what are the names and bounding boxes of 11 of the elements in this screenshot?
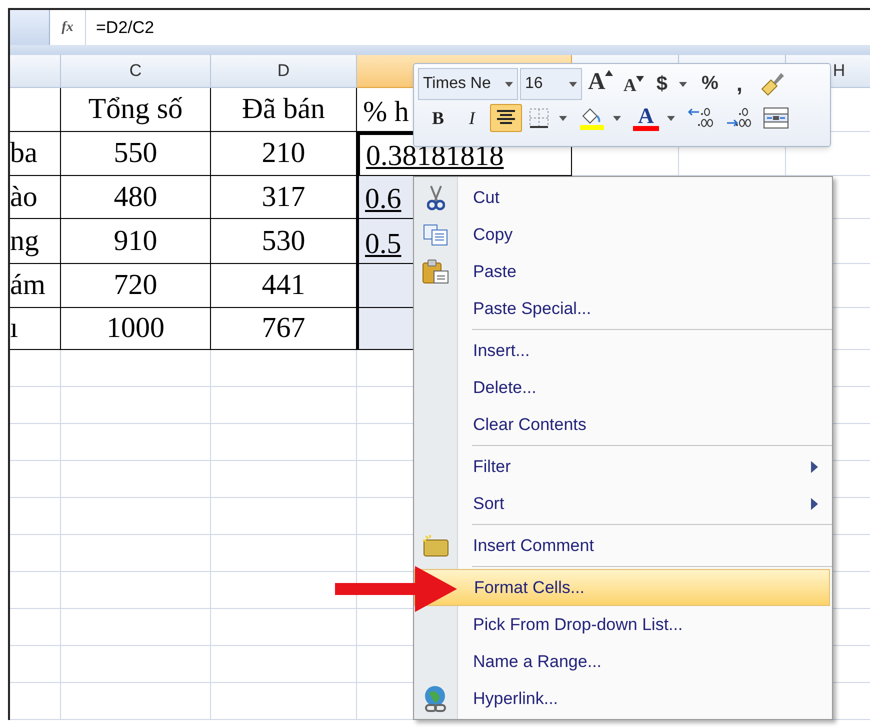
table-cell: 480 xyxy=(61,176,211,219)
table-cell: 550 xyxy=(61,132,211,176)
table-cell: ba xyxy=(10,132,61,176)
table-cell: 720 xyxy=(61,264,211,308)
table-cell: 1000 xyxy=(61,308,211,350)
table-cell: ı xyxy=(10,308,61,350)
table-cell: ám xyxy=(10,264,61,308)
table-cell: 910 xyxy=(61,219,211,264)
table-cell: ng xyxy=(10,219,61,264)
table-cell: Tổng số xyxy=(61,88,211,132)
table-cell: ào xyxy=(10,176,61,219)
